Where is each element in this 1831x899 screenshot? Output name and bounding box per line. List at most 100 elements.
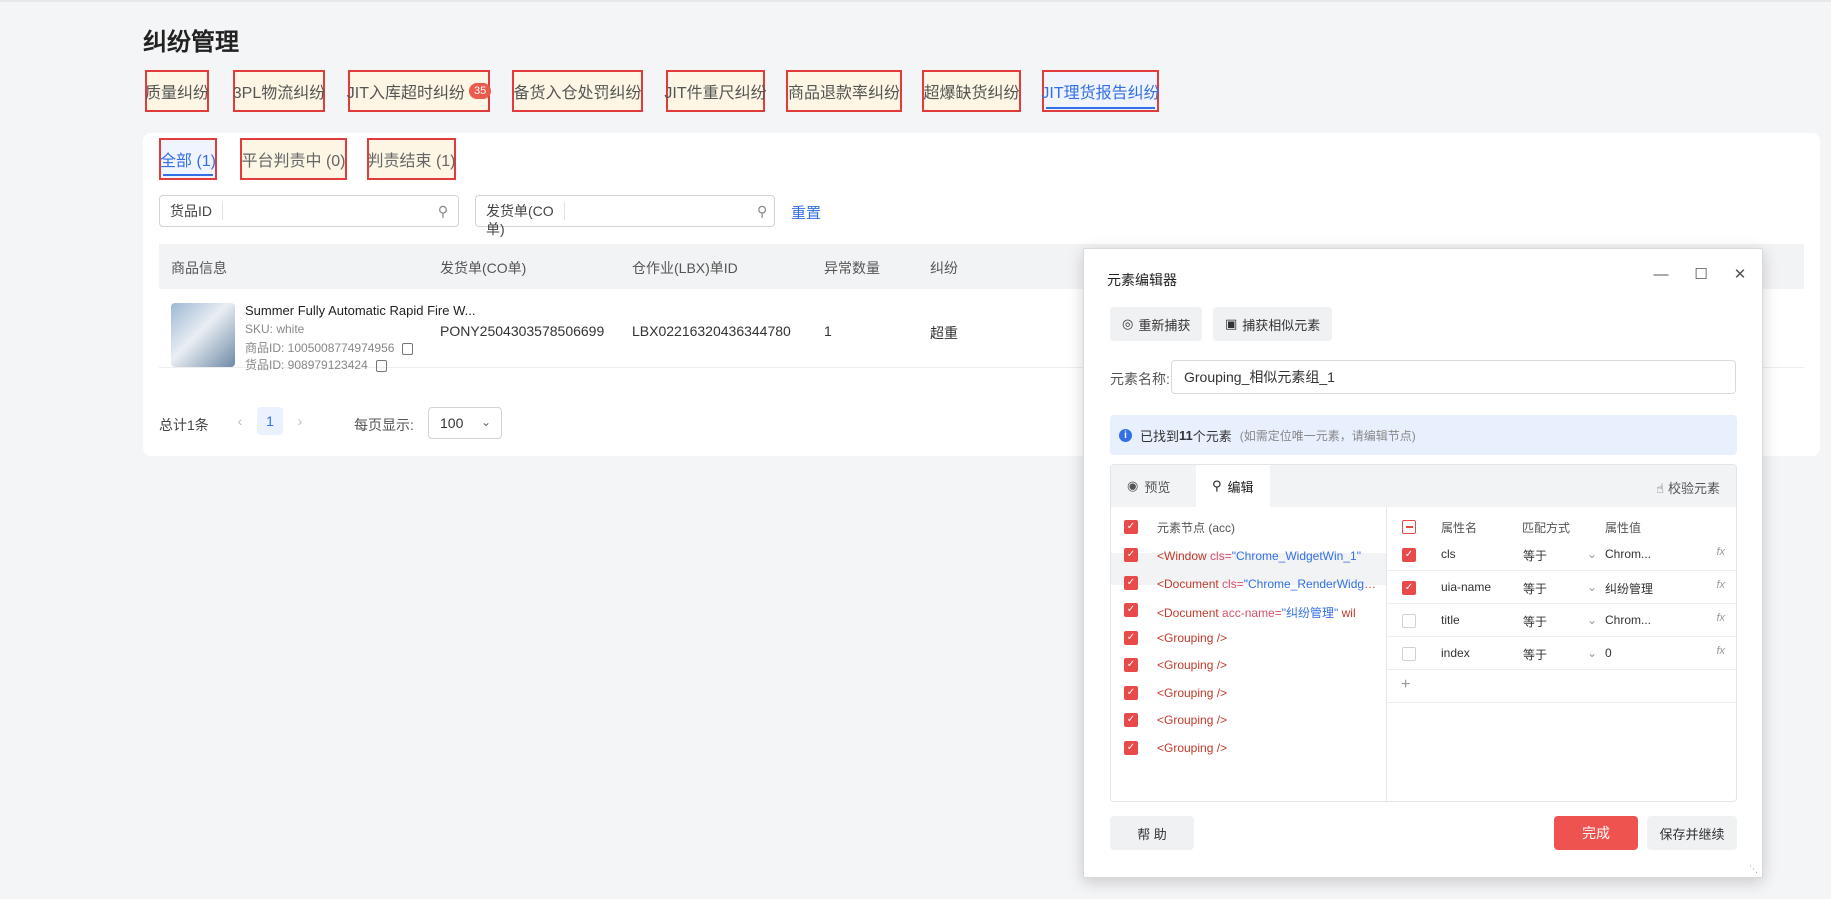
attr-name: cls (1441, 547, 1456, 561)
search-icon[interactable]: ⚲ (750, 203, 774, 220)
reset-link[interactable]: 重置 (791, 202, 821, 223)
tab-preview[interactable]: ◉ 预览 (1127, 465, 1170, 507)
product-id-line: 商品ID: 1005008774974956 (245, 339, 414, 356)
add-attr-row: + (1387, 670, 1736, 703)
attr-name-header: 属性名 (1441, 521, 1478, 535)
page-1-button[interactable]: 1 (257, 407, 283, 435)
node-item[interactable]: <Document acc-name="纠纷管理" wil (1157, 604, 1379, 621)
node-checkbox[interactable]: ✓ (1124, 713, 1138, 727)
attr-checkbox[interactable]: ✓ (1402, 581, 1416, 595)
tab-stock-penalty[interactable]: 备货入仓处罚纠纷 (512, 70, 643, 112)
tab-refund-rate[interactable]: 商品退款率纠纷 (786, 70, 902, 112)
attrs-select-all-checkbox[interactable] (1402, 520, 1416, 534)
attr-checkbox[interactable] (1402, 647, 1416, 661)
attr-match-select[interactable]: 等于 (1523, 580, 1547, 597)
close-icon[interactable]: ✕ (1729, 263, 1751, 285)
chevron-down-icon[interactable]: ⌄ (1587, 646, 1597, 660)
verify-element-button[interactable]: ☝ 校验元素 (1656, 478, 1720, 497)
done-button[interactable]: 完成 (1554, 816, 1638, 850)
attr-match-select[interactable]: 等于 (1523, 646, 1547, 663)
node-checkbox[interactable]: ✓ (1124, 658, 1138, 672)
node-item[interactable]: <Grouping /> (1157, 713, 1379, 727)
node-item[interactable]: <Grouping /> (1157, 741, 1379, 755)
tab-edit[interactable]: ⚲ 编辑 (1196, 465, 1270, 507)
attr-value[interactable]: Chrom... (1605, 613, 1651, 627)
prev-page-button[interactable]: ‹ (227, 407, 253, 435)
attr-row: index 等于 ⌄ 0 fx (1387, 637, 1736, 670)
attr-checkbox[interactable]: ✓ (1402, 548, 1416, 562)
node-item[interactable]: <Document cls="Chrome_RenderWidgetHostHW… (1157, 577, 1379, 591)
nodes-header: 元素节点 (acc) (1157, 521, 1236, 535)
node-item[interactable]: <Grouping /> (1157, 658, 1379, 672)
goods-id-input[interactable] (223, 196, 428, 226)
attr-row: ✓ uia-name 等于 ⌄ 纠纷管理 fx (1387, 571, 1736, 604)
chevron-down-icon[interactable]: ⌄ (1587, 547, 1597, 561)
subtab-all[interactable]: 全部 (1) (159, 138, 217, 180)
col-qty: 异常数量 (824, 260, 880, 276)
count-badge: 35 (469, 83, 492, 99)
nodes-select-all-checkbox[interactable]: ✓ (1124, 520, 1138, 534)
attr-match-select[interactable]: 等于 (1523, 547, 1547, 564)
attr-value[interactable]: 0 (1605, 646, 1612, 660)
node-item[interactable]: <Grouping /> (1157, 686, 1379, 700)
element-name-label: 元素名称: (1110, 371, 1170, 387)
tab-quality[interactable]: 质量纠纷 (145, 70, 209, 112)
per-page-select[interactable]: 100 ⌄ (428, 407, 502, 439)
resize-handle-icon[interactable]: ⋱ (1749, 864, 1759, 874)
node-checkbox[interactable]: ✓ (1124, 548, 1138, 562)
node-checkbox[interactable]: ✓ (1124, 576, 1138, 590)
node-item[interactable]: <Window cls="Chrome_WidgetWin_1" (1157, 549, 1379, 563)
attr-value[interactable]: 纠纷管理 (1605, 580, 1653, 597)
tab-3pl[interactable]: 3PL物流纠纷 (233, 70, 325, 112)
tab-jit-timeout[interactable]: JIT入库超时纠纷 35 (347, 70, 492, 112)
subtab-finished[interactable]: 判责结束 (1) (367, 138, 456, 180)
info-icon: i (1119, 428, 1132, 442)
fx-icon[interactable]: fx (1716, 546, 1725, 558)
abnormal-qty: 1 (824, 323, 832, 339)
col-dispute: 纠纷 (930, 260, 958, 276)
maximize-icon[interactable]: ☐ (1690, 263, 1712, 285)
fx-icon[interactable]: fx (1716, 645, 1725, 657)
lbx-id: LBX02216320436344780 (632, 323, 791, 339)
co-input[interactable] (565, 196, 751, 226)
chevron-down-icon[interactable]: ⌄ (1587, 580, 1597, 594)
recapture-button[interactable]: ◎ 重新捕获 (1110, 307, 1203, 341)
attr-value[interactable]: Chrom... (1605, 547, 1651, 561)
save-continue-button[interactable]: 保存并继续 (1647, 816, 1737, 850)
col-co: 发货单(CO单) (440, 260, 527, 276)
node-checkbox[interactable]: ✓ (1124, 741, 1138, 755)
attr-match-select[interactable]: 等于 (1523, 613, 1547, 630)
capture-icon: ▣ (1225, 316, 1238, 331)
add-attr-button[interactable]: + (1401, 676, 1410, 694)
next-page-button[interactable]: › (287, 407, 313, 435)
goods-id-search: 货品ID ⚲ (159, 195, 459, 227)
fx-icon[interactable]: fx (1716, 579, 1725, 591)
copy-icon[interactable] (402, 342, 414, 355)
col-lbx: 仓作业(LBX)单ID (632, 260, 738, 276)
product-name[interactable]: Summer Fully Automatic Rapid Fire W... (245, 303, 475, 318)
tab-jit-weight[interactable]: JIT件重尺纠纷 (664, 70, 767, 112)
fx-icon[interactable]: fx (1716, 612, 1725, 624)
subtab-judging[interactable]: 平台判责中 (0) (240, 138, 347, 180)
copy-icon[interactable] (375, 359, 387, 372)
node-checkbox[interactable]: ✓ (1124, 631, 1138, 645)
goods-id-label: 货品ID (160, 202, 223, 220)
capture-similar-button[interactable]: ▣ 捕获相似元素 (1213, 307, 1333, 341)
tab-out-of-stock[interactable]: 超爆缺货纠纷 (922, 70, 1021, 112)
element-editor-dialog: 元素编辑器 — ☐ ✕ ◎ 重新捕获 ▣ 捕获相似元素 元素名称: Grouping… (1083, 248, 1763, 878)
help-button[interactable]: 帮 助 (1110, 816, 1194, 850)
eye-icon: ◉ (1127, 478, 1139, 493)
minimize-icon[interactable]: — (1650, 263, 1672, 285)
node-item[interactable]: <Grouping /> (1157, 631, 1379, 645)
location-icon: ⚲ (1212, 478, 1222, 493)
node-checkbox[interactable]: ✓ (1124, 686, 1138, 700)
search-icon[interactable]: ⚲ (428, 203, 458, 220)
element-name-input[interactable]: Grouping_相似元素组_1 (1171, 360, 1736, 394)
chevron-down-icon[interactable]: ⌄ (1587, 613, 1597, 627)
node-checkbox[interactable]: ✓ (1124, 603, 1138, 617)
tab-jit-report[interactable]: JIT理货报告纠纷 (1041, 70, 1160, 112)
page-title: 纠纷管理 (143, 29, 239, 56)
info-hint: (如需定位唯一元素，请编辑节点) (1239, 428, 1416, 443)
chevron-down-icon: ⌄ (480, 415, 491, 429)
attr-checkbox[interactable] (1402, 614, 1416, 628)
